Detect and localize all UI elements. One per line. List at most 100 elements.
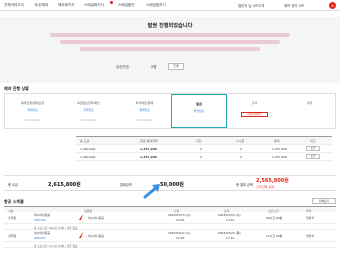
step-2: 여권정보입력/확인 입력완료 2023/03/14 xyxy=(61,94,116,128)
step-6: 귀국 xyxy=(283,94,336,128)
reservation-code: 일련번호 2명 인쇄 xyxy=(116,62,236,72)
airline-name: 아시아나항공 xyxy=(88,234,104,238)
code-label: 일련번호 xyxy=(116,65,130,69)
progress-steps: 예약요청/결제요청 결제완료 2023/03/14 › 여권정보입력/확인 입력… xyxy=(4,93,336,129)
table-cell: 1,300,000 xyxy=(80,147,96,151)
print-button[interactable]: 인쇄 xyxy=(168,63,184,70)
step-date: 2023/03/14 xyxy=(137,119,152,122)
menu-icon[interactable]: ≡ xyxy=(329,2,336,9)
departure-time: 10:30 xyxy=(176,218,185,222)
total-price-label: 총 요금 xyxy=(8,183,18,187)
departure-date: 2023/03/22 (수) xyxy=(168,231,191,235)
blurred-text xyxy=(80,47,260,51)
step-status: 발권완료 xyxy=(193,109,205,113)
nav-item[interactable]: 해외패키지 xyxy=(58,3,75,8)
detail-button[interactable]: 보기 xyxy=(306,146,320,151)
reservation-link[interactable]: 예약 관리 VIP xyxy=(284,3,304,8)
table-cell: 0 xyxy=(200,155,202,159)
step-status: 입력완료 xyxy=(83,108,94,112)
flight-row: 귀국편 아시아나항공 OZ0201 아시아나항공 2023/03/22 (수) … xyxy=(4,230,336,242)
hot-badge-icon xyxy=(110,1,113,4)
column-header: 항공 결제금액 xyxy=(140,139,158,143)
flight-code[interactable]: OZ0201 xyxy=(34,236,46,240)
flight-code[interactable]: OZ0202 xyxy=(34,218,46,222)
paid-value: 50,000원 xyxy=(160,181,184,188)
blurred-text xyxy=(60,40,280,44)
step-label: 귀국 xyxy=(306,101,313,105)
flight-type: 귀국편 xyxy=(8,234,16,238)
blurred-text xyxy=(50,33,290,37)
column-header: 할인 xyxy=(196,139,202,143)
table-row: 1,300,000 1,257,900 0 0 1,257,900 보기 xyxy=(76,145,332,153)
step-label: 예약요청/결제요청 xyxy=(20,101,45,105)
step-label: 출국 xyxy=(251,101,258,105)
table-row: 1,300,000 1,257,900 0 0 1,257,900 보기 xyxy=(76,153,332,161)
paid-label: 결제금액 xyxy=(120,183,132,187)
step-label: 좌석배정/결제 xyxy=(135,101,154,105)
table-cell: 1,257,900 xyxy=(140,147,157,151)
step-4-active: 발권 발권완료 xyxy=(171,94,227,128)
airline-logo-icon xyxy=(79,214,83,220)
column-header: 총 요금 xyxy=(80,139,90,143)
table-header: 총 요금 항공 결제금액 할인 수수료 총액 비고 xyxy=(76,137,332,145)
section-title: 항공 스케줄 xyxy=(4,199,24,204)
total-price-value: 2,615,800원 xyxy=(48,181,81,188)
arrival-date: 2023/03/23 (목) xyxy=(218,231,241,235)
airline-logo-icon xyxy=(79,232,83,238)
arrival-time: 17:10 xyxy=(226,236,235,240)
nav-item[interactable]: 스페셜찜하기 xyxy=(146,3,166,8)
column-header: 수수료 xyxy=(236,139,245,143)
table-cell: 1,257,900 xyxy=(140,155,157,159)
step-label: 발권 xyxy=(196,102,202,106)
flight-note-text: 총 소요시간: 09시간 00분 / 경유 없음 xyxy=(34,225,78,230)
user-status[interactable]: 챌린지 님 VIP고객 xyxy=(238,3,264,8)
duration: 09시간 00분 xyxy=(266,216,283,220)
top-nav: 전체카테고리 국내/해외 해외패키지 스페셜패키지 스페셜할인 스페셜찜하기 챌… xyxy=(0,0,340,11)
table-cell: 1,300,000 xyxy=(80,155,96,159)
step-date: 2023/03/14 xyxy=(25,119,40,122)
airline-name: 아시아나항공 xyxy=(34,231,50,235)
table-cell: 0 xyxy=(200,147,202,151)
table-cell: 0 xyxy=(240,147,242,151)
nav-item[interactable]: 스페셜패키지 xyxy=(84,3,104,8)
itinerary-button[interactable]: 여행일정확인 xyxy=(240,112,269,117)
arrival-date: 2023/03/15 (수) xyxy=(218,213,241,217)
flight-table: 구분 항공편 출발 도착 소요시간 좌석 출국편 아시아나항공 OZ0202 아… xyxy=(4,206,336,248)
table-cell: 0 xyxy=(240,155,242,159)
step-label: 여권정보입력/확인 xyxy=(76,101,101,105)
code-value: 2명 xyxy=(151,65,157,69)
flight-row: 출국편 아시아나항공 OZ0202 아시아나항공 2023/03/15 (수) … xyxy=(4,212,336,224)
step-status: 결제완료 xyxy=(139,108,150,112)
seat-class: 일반석 xyxy=(306,216,314,220)
arrival-time: 14:10 xyxy=(226,218,235,222)
flight-note: 총 소요시간: 11시간 00분 / 경유 없음 xyxy=(4,242,336,248)
final-value: 2,565,800원 xyxy=(256,178,289,184)
table-cell: 1,257,900 xyxy=(272,147,288,151)
banner-title: 발권 진행되었습니다 xyxy=(147,23,193,29)
step-3: 좌석배정/결제 결제완료 2023/03/14 xyxy=(117,94,172,128)
flight-note-text: 총 소요시간: 11시간 00분 / 경유 없음 xyxy=(34,243,78,248)
nav-item[interactable]: 스페셜할인 xyxy=(118,3,135,8)
duration: 11시간 00분 xyxy=(266,234,283,238)
flight-type: 출국편 xyxy=(8,216,16,220)
seat-class: 일반석 xyxy=(306,234,314,238)
completion-banner: 발권 진행되었습니다 일련번호 2명 인쇄 xyxy=(0,17,340,83)
nav-item[interactable]: 전체카테고리 xyxy=(4,3,24,8)
step-1: 예약요청/결제요청 결제완료 2023/03/14 xyxy=(5,94,60,128)
detail-button[interactable]: 보기 xyxy=(306,154,320,159)
step-5: 출국 여행일정확인 xyxy=(227,94,282,128)
departure-date: 2023/03/15 (수) xyxy=(168,213,191,217)
fare-table: 총 요금 항공 결제금액 할인 수수료 총액 비고 1,300,000 1,25… xyxy=(76,136,332,161)
departure-time: 11:30 xyxy=(176,236,185,240)
price-summary: 총 요금 2,615,800원 결제금액 50,000원 총 결제 금액 2,5… xyxy=(4,175,336,191)
airline-name: 아시아나항공 xyxy=(34,213,50,217)
step-status: 결제완료 xyxy=(27,108,38,112)
filter-select[interactable]: 전체보기 xyxy=(312,198,336,204)
step-date: 2023/03/14 xyxy=(81,119,96,122)
column-header: 비고 xyxy=(310,139,316,143)
section-title: 예약 진행 상황 xyxy=(4,86,29,91)
column-header: 총액 xyxy=(274,139,280,143)
nav-item[interactable]: 국내/해외 xyxy=(34,3,48,8)
final-note: (할인금액 포함) xyxy=(256,185,275,189)
final-label: 총 결제 금액 xyxy=(236,183,253,187)
